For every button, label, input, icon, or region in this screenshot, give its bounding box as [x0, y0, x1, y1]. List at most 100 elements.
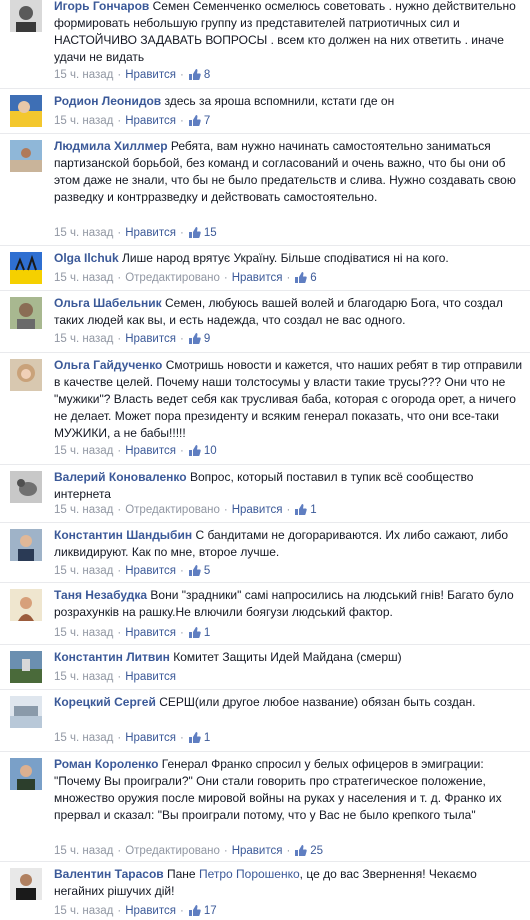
avatar[interactable]	[10, 252, 42, 284]
comment-meta: 15 ч. назад · Нравится · 1	[54, 732, 211, 744]
comment-body: Ольга Шабельник Семен, любуюсь вашей вол…	[54, 295, 524, 329]
like-count[interactable]: 1	[188, 627, 210, 639]
avatar[interactable]	[10, 471, 42, 503]
avatar[interactable]	[10, 589, 42, 621]
comment-text: здесь за яроша вспомнили, кстати где он	[164, 94, 395, 108]
timestamp[interactable]: 15 ч. назад	[54, 227, 113, 239]
comment-author[interactable]: Людмила Хиллмер	[54, 139, 168, 153]
thumbs-up-icon	[188, 115, 201, 126]
comment-meta: 15 ч. назад · Нравится	[54, 671, 176, 683]
like-count[interactable]: 8	[188, 69, 210, 81]
like-button[interactable]: Нравится	[125, 115, 176, 127]
avatar[interactable]	[10, 297, 42, 329]
like-button[interactable]: Нравится	[125, 69, 176, 81]
comment-meta: 15 ч. назад · Нравится · 9	[54, 333, 211, 345]
comment-author[interactable]: Ольга Гайдученко	[54, 358, 162, 372]
comment-author[interactable]: Валентин Тарасов	[54, 867, 164, 881]
comment-author[interactable]: Корецкий Сергей	[54, 695, 156, 709]
comment-meta: 15 ч. назад · Отредактировано · Нравится · 6	[54, 272, 317, 284]
like-count[interactable]: 5	[188, 565, 210, 577]
comment-meta: 15 ч. назад · Нравится · 15	[54, 227, 217, 239]
comment-text: Комитет Защиты Идей Майдана (смерш)	[173, 650, 402, 664]
thumbs-up-icon	[295, 504, 308, 515]
like-count[interactable]: 1	[294, 504, 317, 516]
avatar[interactable]	[10, 529, 42, 561]
comment: Таня Незабудка Вони "зрадники" самі напр…	[0, 582, 530, 644]
timestamp[interactable]: 15 ч. назад	[54, 504, 113, 516]
timestamp[interactable]: 15 ч. назад	[54, 627, 113, 639]
timestamp[interactable]: 15 ч. назад	[54, 333, 113, 345]
avatar[interactable]	[10, 868, 42, 900]
comment: Olga Ilchuk Лише народ врятує Україну. Б…	[0, 245, 530, 290]
comment-author[interactable]: Таня Незабудка	[54, 588, 147, 602]
comment-author[interactable]: Olga Ilchuk	[54, 251, 119, 265]
comment-author[interactable]: Игорь Гончаров	[54, 0, 149, 13]
comment: Роман Короленко Генерал Франко спросил у…	[0, 751, 530, 861]
comment: Валентин Тарасов Пане Петро Порошенко, ц…	[0, 861, 530, 920]
avatar[interactable]	[10, 696, 42, 728]
comment: Валерий Коноваленко Вопрос, который пост…	[0, 464, 530, 522]
timestamp[interactable]: 15 ч. назад	[54, 272, 113, 284]
avatar[interactable]	[10, 140, 42, 172]
avatar[interactable]	[10, 651, 42, 683]
timestamp[interactable]: 15 ч. назад	[54, 565, 113, 577]
like-count[interactable]: 1	[188, 732, 210, 744]
comment-author[interactable]: Роман Короленко	[54, 757, 158, 771]
comment-author[interactable]: Константин Литвин	[54, 650, 170, 664]
like-count[interactable]: 17	[188, 905, 217, 917]
like-button[interactable]: Нравится	[125, 905, 176, 917]
like-button[interactable]: Нравится	[125, 565, 176, 577]
comment-author[interactable]: Константин Шандыбин	[54, 528, 192, 542]
like-count[interactable]: 7	[188, 115, 210, 127]
thumbs-up-icon	[188, 227, 201, 238]
like-button[interactable]: Нравится	[125, 445, 176, 457]
comment-body: Людмила Хиллмер Ребята, вам нужно начина…	[54, 138, 524, 206]
like-button[interactable]: Нравится	[125, 627, 176, 639]
like-button[interactable]: Нравится	[232, 272, 283, 284]
edited-label[interactable]: Отредактировано	[125, 504, 220, 516]
like-button[interactable]: Нравится	[232, 504, 283, 516]
like-button[interactable]: Нравится	[125, 671, 176, 683]
comment-body: Валентин Тарасов Пане Петро Порошенко, ц…	[54, 866, 524, 900]
comment: Корецкий Сергей СЕРШ(или другое любое на…	[0, 689, 530, 751]
timestamp[interactable]: 15 ч. назад	[54, 905, 113, 917]
timestamp[interactable]: 15 ч. назад	[54, 115, 113, 127]
like-count[interactable]: 10	[188, 445, 217, 457]
comment: Константин Литвин Комитет Защиты Идей Ма…	[0, 644, 530, 689]
timestamp[interactable]: 15 ч. назад	[54, 69, 113, 81]
thumbs-up-icon	[188, 905, 201, 916]
mention-link[interactable]: Петро Порошенко	[199, 867, 300, 881]
timestamp[interactable]: 15 ч. назад	[54, 671, 113, 683]
thumbs-up-icon	[188, 732, 201, 743]
like-button[interactable]: Нравится	[125, 333, 176, 345]
thumbs-up-icon	[188, 69, 201, 80]
timestamp[interactable]: 15 ч. назад	[54, 732, 113, 744]
comment-meta: 15 ч. назад · Нравится · 1	[54, 627, 211, 639]
thumbs-up-icon	[295, 272, 308, 283]
timestamp[interactable]: 15 ч. назад	[54, 445, 113, 457]
comment: Родион Леонидов здесь за яроша вспомнили…	[0, 88, 530, 133]
comment-author[interactable]: Валерий Коноваленко	[54, 470, 187, 484]
like-button[interactable]: Нравится	[125, 732, 176, 744]
comment-text: СЕРШ(или другое любое название) обязан б…	[159, 695, 476, 709]
comment-body: Константин Литвин Комитет Защиты Идей Ма…	[54, 649, 524, 666]
thumbs-up-icon	[188, 333, 201, 344]
thumbs-up-icon	[188, 565, 201, 576]
comment: Ольга Шабельник Семен, любуюсь вашей вол…	[0, 290, 530, 352]
avatar[interactable]	[10, 95, 42, 127]
comment-author[interactable]: Ольга Шабельник	[54, 296, 162, 310]
avatar[interactable]	[10, 0, 42, 32]
avatar[interactable]	[10, 758, 42, 790]
edited-label[interactable]: Отредактировано	[125, 272, 220, 284]
like-count[interactable]: 15	[188, 227, 217, 239]
comment-author[interactable]: Родион Леонидов	[54, 94, 161, 108]
like-button[interactable]: Нравится	[232, 845, 283, 857]
timestamp[interactable]: 15 ч. назад	[54, 845, 113, 857]
like-button[interactable]: Нравится	[125, 227, 176, 239]
avatar[interactable]	[10, 359, 42, 391]
like-count[interactable]: 25	[294, 845, 323, 857]
comment-body: Olga Ilchuk Лише народ врятує Україну. Б…	[54, 250, 524, 267]
edited-label[interactable]: Отредактировано	[125, 845, 220, 857]
like-count[interactable]: 9	[188, 333, 210, 345]
like-count[interactable]: 6	[294, 272, 317, 284]
